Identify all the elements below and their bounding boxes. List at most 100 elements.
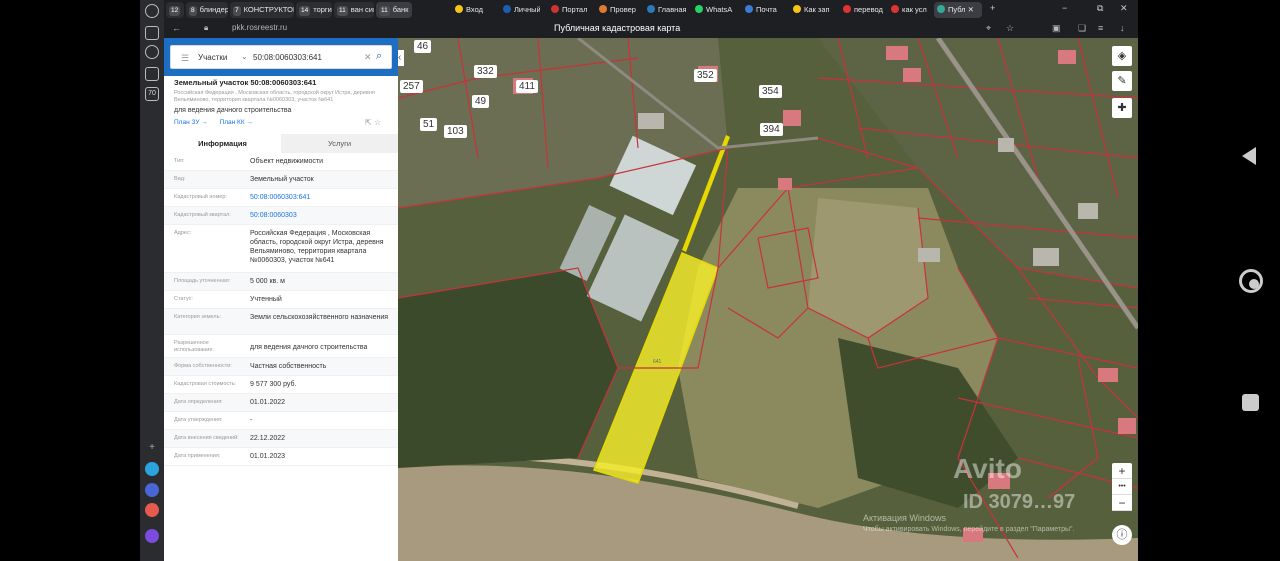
- telegram-icon[interactable]: [145, 462, 159, 476]
- layers-icon[interactable]: ◈: [1112, 46, 1132, 66]
- plan-kk-link[interactable]: План КК →: [220, 119, 253, 126]
- back-nav-icon[interactable]: [1242, 147, 1256, 165]
- house-number: 354: [759, 85, 782, 98]
- star-icon[interactable]: ☆: [374, 118, 381, 127]
- tab[interactable]: Почта: [742, 2, 784, 18]
- tab[interactable]: WhatsA: [692, 2, 734, 18]
- extensions-icon[interactable]: ▣: [1052, 23, 1061, 34]
- search-query[interactable]: 50:08:0060303:641: [253, 53, 322, 62]
- house-number: 51: [420, 118, 438, 131]
- attr-row: Дата применения: 01.01.2023: [164, 448, 398, 466]
- search-category[interactable]: Участки: [198, 53, 227, 62]
- attr-row: Кадастровая стоимость: 9 577 300 руб.: [164, 376, 398, 394]
- attr-row: Тип: Объект недвижимости: [164, 153, 398, 171]
- bookmarks-icon[interactable]: [145, 26, 159, 40]
- android-nav: [1138, 0, 1280, 561]
- attr-row: Кадастровый квартал: 50:08:0060303: [164, 207, 398, 225]
- collapse-panel-icon[interactable]: ‹: [398, 50, 404, 66]
- tab[interactable]: 11 банк: [376, 2, 412, 18]
- share-icon[interactable]: ⇱: [365, 118, 372, 127]
- app-icon[interactable]: [145, 503, 159, 517]
- tab-bar: 12 8 блиндер 7 КОНСТРУКТОР 14 торги 11 ван с…: [164, 0, 1138, 20]
- cadastral-quarter-link[interactable]: 50:08:0060303: [250, 211, 394, 220]
- home-nav-icon[interactable]: [1239, 269, 1263, 293]
- back-icon[interactable]: ←: [172, 23, 181, 33]
- layers-small-icon: ☰: [181, 53, 190, 63]
- house-number: 332: [474, 65, 497, 78]
- screen: 70 + 12 8 блиндер 7 КОНСТРУКТОР 14 торги 11…: [0, 0, 1280, 561]
- minimize-icon[interactable]: −: [1062, 3, 1067, 13]
- cadastral-map[interactable]: 641 46 257 332 411 352 354 49 394 103 51…: [398, 38, 1138, 561]
- avito-id: ID 3079…97: [963, 491, 1076, 513]
- location-icon[interactable]: ⌖: [986, 23, 991, 34]
- clear-icon[interactable]: ✕: [364, 52, 372, 63]
- zoom-dots[interactable]: •••: [1112, 479, 1132, 495]
- history-icon[interactable]: [145, 4, 159, 18]
- house-number: 411: [516, 80, 538, 93]
- zoom-out-button[interactable]: −: [1112, 495, 1132, 511]
- tab[interactable]: 8 блиндер: [186, 2, 228, 18]
- object-actions: ⇱ ☆: [365, 118, 381, 127]
- info-icon[interactable]: ⓘ: [1112, 525, 1132, 545]
- page-title: Публичная кадастровая карта: [554, 23, 681, 33]
- avito-watermark: Avito: [953, 453, 1022, 484]
- tab[interactable]: перевод: [840, 2, 884, 18]
- tab-active[interactable]: Публ ✕: [934, 2, 982, 18]
- ruler-icon[interactable]: ✎: [1112, 71, 1132, 91]
- info-panel: ☰ Участки ⌄ 50:08:0060303:641 ✕ ⌕ Земель…: [164, 38, 398, 561]
- download-icon[interactable]: ↓: [1120, 23, 1125, 33]
- tab[interactable]: как усл: [888, 2, 932, 18]
- zoom-in-button[interactable]: +: [1112, 463, 1132, 479]
- crosshair-icon[interactable]: ✚: [1112, 98, 1132, 118]
- tab[interactable]: Личный: [500, 2, 540, 18]
- close-icon[interactable]: ✕: [1120, 3, 1128, 14]
- tab-services[interactable]: Услуги: [281, 134, 398, 153]
- house-number: 394: [760, 123, 783, 136]
- address-bar: ← 🔒︎ pkk.rosreestr.ru Публичная кадастро…: [164, 20, 1138, 38]
- tab[interactable]: 11ван сим: [334, 2, 374, 18]
- url-text[interactable]: pkk.rosreestr.ru: [232, 23, 287, 32]
- chevron-down-icon[interactable]: ⌄: [241, 52, 248, 61]
- satellite-map: 641: [398, 38, 1138, 561]
- plan-links: План ЗУ → План КК →: [174, 119, 263, 126]
- object-title: Земельный участок 50:08:0060303:641: [174, 78, 317, 87]
- tab[interactable]: 14 торги: [296, 2, 332, 18]
- search-area: ☰ Участки ⌄ 50:08:0060303:641 ✕ ⌕: [164, 38, 398, 76]
- play-icon[interactable]: [145, 45, 159, 59]
- attr-row: Статус: Учтенный: [164, 291, 398, 309]
- tab[interactable]: Провер: [596, 2, 638, 18]
- attr-row: Адрес: Российская Федерация , Московская …: [164, 225, 398, 273]
- alice-icon[interactable]: [145, 529, 159, 543]
- attr-row: Дата определения: 01.01.2022: [164, 394, 398, 412]
- screenshot-icon[interactable]: [145, 67, 159, 81]
- attr-row: Вид: Земельный участок: [164, 171, 398, 189]
- tab[interactable]: Вход: [452, 2, 492, 18]
- menu-icon[interactable]: ≡: [1098, 23, 1103, 33]
- messenger-icon[interactable]: [145, 483, 159, 497]
- house-number: 46: [414, 40, 432, 53]
- collections-icon[interactable]: ❏: [1078, 23, 1086, 34]
- counter-icon[interactable]: 70: [145, 87, 159, 101]
- restore-icon[interactable]: ⧉: [1097, 3, 1103, 14]
- search-input[interactable]: ☰ Участки ⌄ 50:08:0060303:641 ✕ ⌕: [170, 45, 392, 69]
- browser-sidebar: 70 +: [140, 0, 164, 561]
- search-icon[interactable]: ⌕: [376, 50, 382, 63]
- tab[interactable]: 7 КОНСТРУКТОР: [230, 2, 294, 18]
- plan-zu-link[interactable]: План ЗУ →: [174, 119, 208, 126]
- attr-row: Кадастровый номер: 50:08:0060303:641: [164, 189, 398, 207]
- tab[interactable]: Портал: [548, 2, 590, 18]
- add-icon[interactable]: +: [145, 441, 159, 455]
- object-purpose: для ведения дачного строительства: [174, 107, 292, 114]
- parcel-label: 641: [653, 359, 662, 365]
- attr-row: Дата утверждения: -: [164, 412, 398, 430]
- new-tab-icon[interactable]: +: [990, 3, 995, 13]
- attributes-list: Тип: Объект недвижимости Вид: Земельный уч…: [164, 153, 398, 466]
- recents-nav-icon[interactable]: [1242, 394, 1259, 411]
- attr-row: Разрешенное использование: для ведения да…: [164, 335, 398, 358]
- tab[interactable]: Как зап: [790, 2, 834, 18]
- tab[interactable]: 12: [166, 2, 184, 18]
- tab-info[interactable]: Информация: [164, 134, 281, 153]
- bookmark-icon[interactable]: ☆: [1006, 23, 1014, 34]
- cadastral-number-link[interactable]: 50:08:0060303:641: [250, 193, 394, 202]
- tab[interactable]: Главная: [644, 2, 686, 18]
